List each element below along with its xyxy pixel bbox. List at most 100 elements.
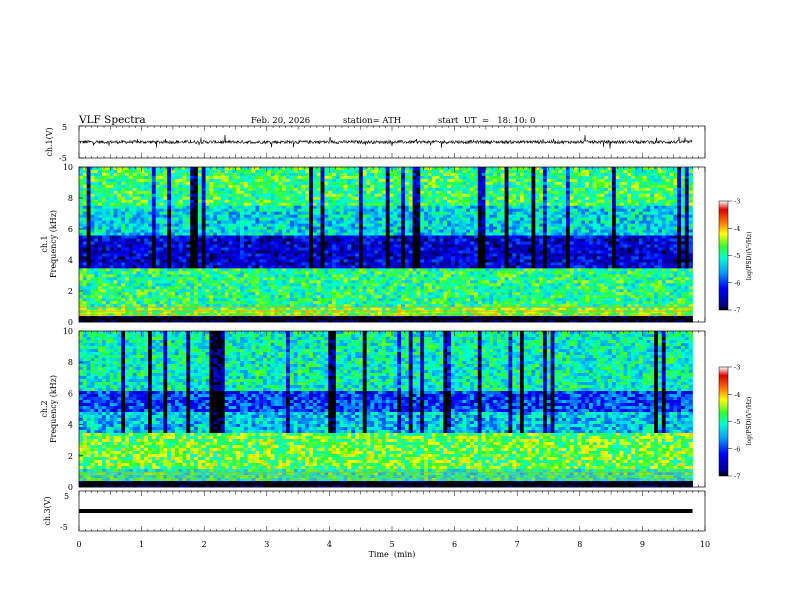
spectrogram-cell <box>351 211 356 216</box>
spectrogram-cell <box>86 214 91 219</box>
spectrogram-cell <box>312 256 318 260</box>
spectrogram-cell <box>117 167 122 171</box>
spectrogram-cell <box>500 247 505 251</box>
spectrogram-cell <box>665 196 670 201</box>
spectrogram-cell <box>343 241 348 245</box>
spectrogram-cell <box>121 199 126 204</box>
spectrogram-cell <box>569 178 575 183</box>
spectrogram-cell <box>136 226 141 230</box>
spectrogram-cell <box>255 193 260 198</box>
spectrogram-cell <box>462 208 467 213</box>
spectrogram-cell <box>297 202 302 207</box>
spectrogram-cell <box>79 220 84 225</box>
spectrogram-cell <box>358 167 364 171</box>
spectrogram-cell <box>661 226 667 230</box>
spectrogram-cell <box>301 253 306 257</box>
spectrogram-cell <box>86 211 91 216</box>
spectrogram-cell <box>266 238 272 242</box>
spectrogram-cell <box>289 226 295 230</box>
spectrogram-cell <box>466 217 471 222</box>
spectrogram-cell <box>439 214 444 219</box>
spectrogram-cell <box>516 220 521 225</box>
spectrogram-cell <box>477 190 482 195</box>
spectrogram-cell <box>604 223 609 228</box>
spectrogram-cell <box>458 202 463 207</box>
spectrogram-cell <box>121 175 126 180</box>
spectrogram-cell <box>247 167 252 171</box>
spectrogram-cell <box>125 250 130 254</box>
spectrogram-cell <box>186 190 191 195</box>
spectrogram-cell <box>684 226 690 230</box>
spectrogram-cell <box>680 169 686 174</box>
spectrogram-cell <box>665 190 670 195</box>
spectrogram-cell <box>466 202 471 207</box>
spectrogram-cell <box>611 241 617 245</box>
spectrogram-cell <box>650 178 655 183</box>
spectrogram-cell <box>140 175 145 180</box>
spectrogram-cell <box>408 247 413 251</box>
spectrogram-cell <box>404 169 410 174</box>
spectrogram-cell <box>684 211 690 216</box>
spectrogram-cell <box>523 184 528 189</box>
spectrogram-cell <box>427 196 433 201</box>
spectrogram-cell <box>366 196 371 201</box>
spectrogram-cell <box>542 220 548 225</box>
spectrogram-cell <box>151 187 157 192</box>
spectrogram-cell <box>186 175 191 180</box>
spectrogram-cell <box>255 178 260 183</box>
spectrogram-cell <box>401 181 406 186</box>
spectrogram-cell <box>266 235 272 239</box>
spectrogram-cell <box>332 187 337 192</box>
spectrogram-cell <box>439 226 444 230</box>
spectrogram-cell <box>619 253 624 257</box>
spectrogram-cell <box>174 250 180 254</box>
spectrogram-cell <box>500 220 505 225</box>
spectrogram-cell <box>132 214 137 219</box>
spectrogram-cell <box>516 205 521 210</box>
spectrogram-cell <box>385 187 390 192</box>
spectrogram-cell <box>408 169 413 174</box>
spectrogram-cell <box>190 250 195 254</box>
spectrogram-cell <box>646 250 651 254</box>
spectrogram-cell <box>278 190 283 195</box>
spectrogram-cell <box>408 226 413 230</box>
spectrogram-cell <box>393 167 398 171</box>
spectrogram-cell <box>98 205 103 210</box>
spectrogram-cell <box>447 208 452 213</box>
spectrogram-cell <box>588 193 594 198</box>
spectrogram-cell <box>163 190 168 195</box>
spectrogram-cell <box>542 199 548 204</box>
spectrogram-cell <box>546 190 552 195</box>
spectrogram-cell <box>263 217 268 222</box>
spectrogram-cell <box>535 193 540 198</box>
spectrogram-cell <box>673 238 678 242</box>
spectrogram-cell <box>286 187 291 192</box>
spectrogram-cell <box>358 232 364 236</box>
spectrogram-cell <box>512 235 517 239</box>
spectrogram-cell <box>378 202 383 207</box>
spectrogram-cell <box>408 241 413 245</box>
spectrogram-cell <box>140 169 145 174</box>
spectrogram-cell <box>554 229 559 233</box>
spectrogram-cell <box>404 241 410 245</box>
spectrogram-cell <box>347 232 352 236</box>
spectrogram-cell <box>443 238 448 242</box>
spectrogram-cell <box>657 202 663 207</box>
spectrogram-cell <box>320 223 325 228</box>
spectrogram-cell <box>416 244 421 248</box>
spectrogram-cell <box>500 167 505 171</box>
spectrogram-cell <box>278 172 283 177</box>
spectrogram-cell <box>600 226 605 230</box>
spectrogram-cell <box>224 167 229 171</box>
spectrogram-cell <box>128 193 134 198</box>
spectrogram-cell <box>167 229 172 233</box>
spectrogram-cell <box>389 196 394 201</box>
spectrogram-cell <box>121 232 126 236</box>
spectrogram-cell <box>266 175 272 180</box>
spectrogram-cell <box>220 217 226 222</box>
spectrogram-cell <box>201 169 206 174</box>
spectrogram-cell <box>519 238 525 242</box>
spectrogram-cell <box>305 196 310 201</box>
spectrogram-cell <box>381 238 387 242</box>
spectrogram-cell <box>677 199 682 204</box>
